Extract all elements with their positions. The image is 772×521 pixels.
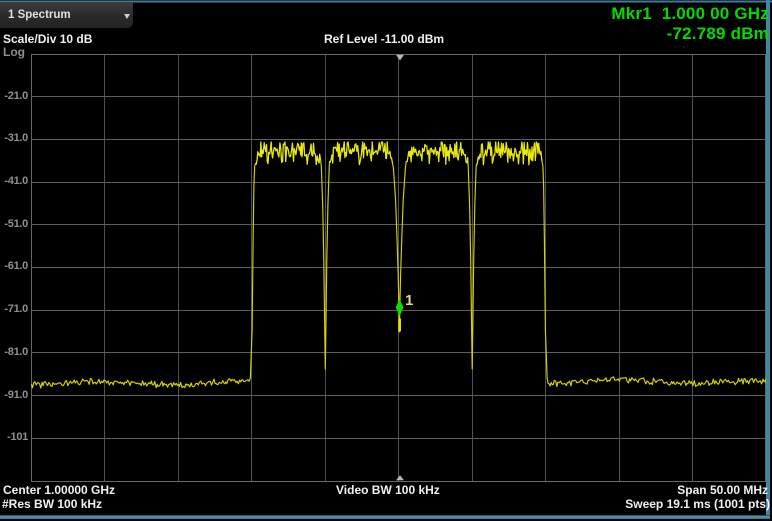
svg-text:1: 1	[405, 292, 413, 309]
